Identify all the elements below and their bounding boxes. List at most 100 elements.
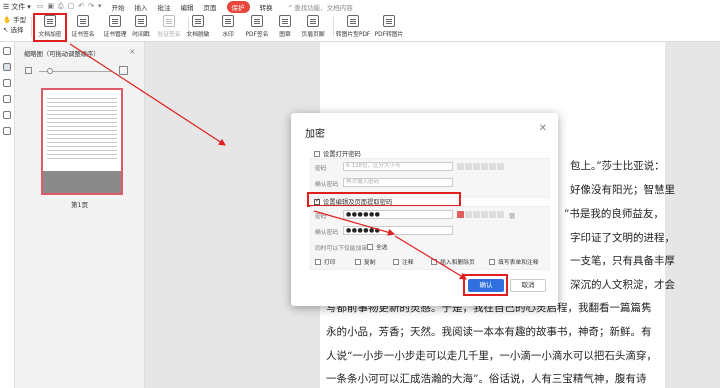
dialog-title: 加密 <box>305 129 325 140</box>
document-line: 好像没有阳光；智慧里 <box>570 184 675 196</box>
search-icon: ⌕ <box>288 2 293 10</box>
document-line: 人说“一小步一小步走可以走几千里，一小滴一小滴水可以把石头滴穿， <box>326 350 657 362</box>
page-thumbnail-label: 第1页 <box>71 201 89 209</box>
highlight-confirm-button <box>463 274 508 296</box>
edit-password-input[interactable]: ●●●●●● <box>343 210 453 219</box>
watermark-button[interactable]: 水印 <box>218 14 238 41</box>
document-line: 一支笔，只有具备丰厚 <box>570 255 675 267</box>
verify-signature-button[interactable]: 验证签名 <box>155 14 183 41</box>
document-line: 字印证了文明的进程， <box>570 232 675 244</box>
password-strength-meter <box>457 211 504 218</box>
redact-document-button[interactable]: 文档脱敏 <box>184 14 212 41</box>
timestamp-button[interactable]: 时间戳 <box>130 14 152 41</box>
header-footer-button[interactable]: 页眉页脚 <box>298 14 328 41</box>
tab-home[interactable]: 开始 <box>112 2 125 12</box>
watermark-icon <box>222 15 234 27</box>
file-menu[interactable]: ☰ 文件 ▾ <box>3 2 31 12</box>
page-thumbnail[interactable] <box>41 88 123 195</box>
certificate-sign-button[interactable]: 证书签名 <box>66 14 100 41</box>
zoom-out-icon[interactable] <box>25 67 32 74</box>
permissions-title: 同时可以下仅能加审 <box>315 246 368 252</box>
certificate-manage-button[interactable]: 证书管理 <box>102 14 128 41</box>
redo-icon[interactable]: ↷ <box>88 2 94 11</box>
pdf-to-image-button[interactable]: PDF转图片 <box>374 14 404 41</box>
permission-insert-delete-checkbox[interactable]: 插入和删除页 <box>431 257 475 266</box>
thumbnail-panel: 缩略图（可拖动调整顺序） × 第1页 <box>15 42 145 388</box>
pdf-sign-button[interactable]: PDF签名 <box>242 14 272 41</box>
tab-insert[interactable]: 插入 <box>135 2 148 12</box>
comment-icon[interactable] <box>3 79 11 87</box>
tab-protect[interactable]: 保护 <box>226 0 250 13</box>
password-strength-meter <box>457 163 504 170</box>
chevron-down-icon: ▾ <box>27 2 31 11</box>
file-menu-label: 文件 <box>11 2 26 11</box>
confirm-password-label: 确认密码 <box>315 182 339 188</box>
password-label: 密码 <box>315 166 327 172</box>
close-icon[interactable]: × <box>129 47 136 56</box>
select-tool[interactable]: ↖ 选择 <box>3 25 26 35</box>
undo-icon[interactable]: ↶ <box>78 2 84 11</box>
clock-icon <box>135 15 147 27</box>
permission-annotate-checkbox[interactable]: 注释 <box>393 257 414 266</box>
cursor-icon: ↖ <box>3 26 9 34</box>
permission-copy-checkbox[interactable]: 复制 <box>355 257 376 266</box>
print-icon[interactable]: ⎙ <box>58 2 64 11</box>
save-icon[interactable]: ▣ <box>47 2 54 11</box>
thumbnail-panel-title: 缩略图（可拖动调整顺序） <box>24 51 100 58</box>
redact-icon <box>192 15 204 27</box>
signature-icon[interactable] <box>3 111 11 119</box>
to-image-pdf-button[interactable]: 转图片型PDF <box>336 14 370 41</box>
certificate-icon <box>77 15 89 27</box>
edit-password-section: 密码 ●●●●●● 弱 确认密码 ●●●●●● 同时可以下仅能加审 全选 打印 … <box>310 206 550 270</box>
stamp-icon <box>279 15 291 27</box>
edit-confirm-password-input[interactable]: ●●●●●● <box>343 226 453 235</box>
hand-tool[interactable]: ✋ 手型 <box>3 15 26 25</box>
search-box[interactable]: ⌕ 查找功能、文档内容 <box>289 2 353 12</box>
thumbnail-zoom-slider[interactable] <box>25 66 135 75</box>
divider <box>333 17 334 37</box>
header-footer-icon <box>307 15 319 27</box>
select-all-checkbox[interactable]: 全选 <box>367 242 388 251</box>
permission-print-checkbox[interactable]: 打印 <box>315 257 336 266</box>
document-line: 包上。”莎士比亚说： <box>570 160 665 172</box>
document-line: 一条条小河可以汇成浩瀚的大海”。俗话说，人有三宝精气神，腹有诗 <box>326 373 647 385</box>
certificate-manage-icon <box>109 15 121 27</box>
hamburger-icon: ☰ <box>3 2 10 11</box>
highlight-edit-password <box>307 192 461 207</box>
left-tools: ✋ 手型 ↖ 选择 <box>3 15 26 35</box>
document-line: 深沉的人文积淀，才会 <box>570 279 675 291</box>
picture-icon <box>383 15 395 27</box>
bookmark-icon[interactable] <box>3 47 11 55</box>
close-icon[interactable]: ✕ <box>539 123 547 134</box>
divider <box>31 17 32 37</box>
permission-fill-form-checkbox[interactable]: 填写表单和注释 <box>489 257 539 266</box>
stamp-button[interactable]: 图章 <box>276 14 294 41</box>
encrypt-dialog: 加密 ✕ 设置打开密码 密码 6-128位，区分大小写 确认密码 再次输入密码 … <box>291 113 558 306</box>
zoom-in-icon[interactable] <box>119 66 128 75</box>
chevron-down-icon[interactable]: ▾ <box>98 2 102 11</box>
attachment-icon[interactable] <box>3 95 11 103</box>
image-pdf-icon <box>347 15 359 27</box>
scan-icon[interactable]: ▢ <box>68 2 75 11</box>
document-line: ”书是我的良师益友， <box>564 208 664 220</box>
open-folder-icon[interactable]: ▭ <box>37 2 44 11</box>
open-password-input[interactable]: 6-128位，区分大小写 <box>343 162 453 171</box>
thumbnail-icon[interactable] <box>3 63 11 71</box>
tab-annotate[interactable]: 批注 <box>158 2 171 12</box>
layers-icon[interactable] <box>3 127 11 135</box>
search-placeholder: 查找功能、文档内容 <box>294 3 353 12</box>
cancel-button[interactable]: 取消 <box>510 279 546 292</box>
side-icon-strip <box>0 42 15 388</box>
tab-convert[interactable]: 转换 <box>260 2 273 12</box>
open-confirm-password-input[interactable]: 再次输入密码 <box>343 178 453 187</box>
tab-page[interactable]: 页面 <box>204 2 217 12</box>
verify-icon <box>163 15 175 27</box>
checkbox[interactable] <box>314 150 320 157</box>
document-line: 永的小品，芳香；天然。我阅读一本本有趣的故事书，神奇；新鲜。有 <box>326 326 652 338</box>
hand-icon: ✋ <box>3 16 12 24</box>
slider-handle[interactable] <box>47 68 53 74</box>
tab-edit[interactable]: 编辑 <box>181 2 194 12</box>
open-password-checkbox[interactable]: 设置打开密码 <box>314 149 361 158</box>
menu-bar: ☰ 文件 ▾ ▭ ▣ ⎙ ▢ ↶ ↷ ▾ 开始 插入 批注 编辑 页面 保护 转… <box>0 0 720 13</box>
password-strength-label: 弱 <box>509 214 515 220</box>
